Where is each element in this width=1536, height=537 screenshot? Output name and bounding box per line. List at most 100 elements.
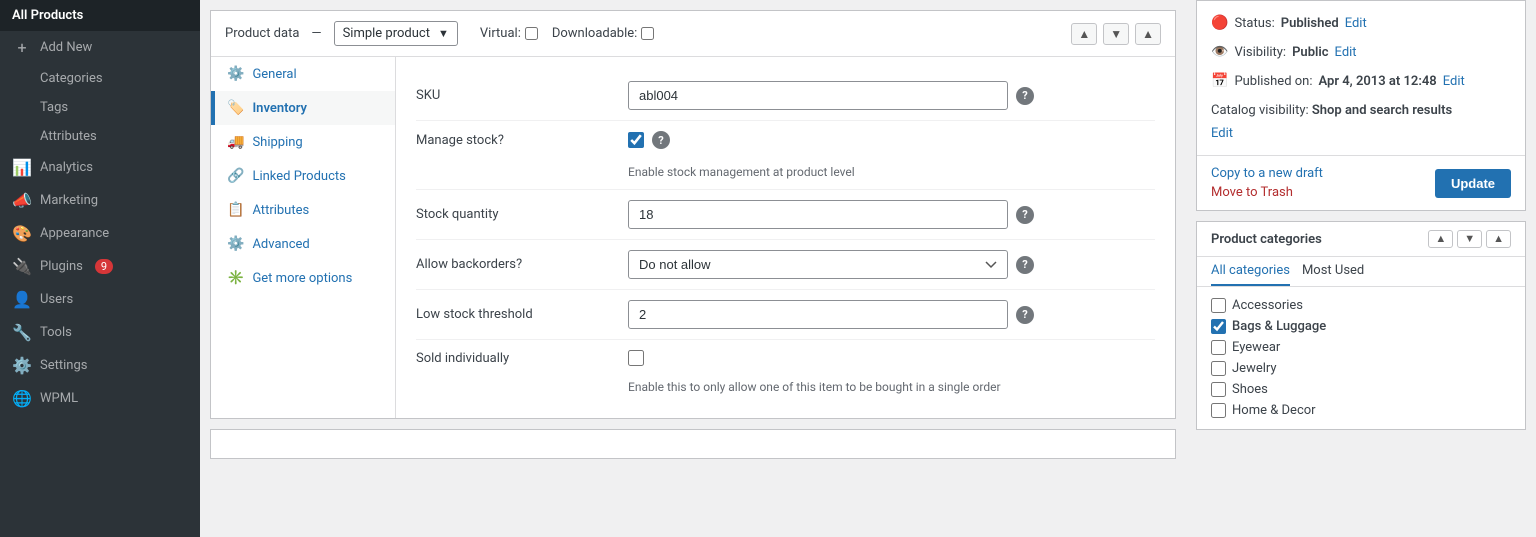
tab-advanced[interactable]: ⚙️ Advanced [211,227,395,261]
marketing-icon: 📣 [12,191,32,210]
sku-help-icon[interactable]: ? [1016,87,1034,105]
categories-list: Accessories Bags & Luggage Eyewear Jewel… [1197,287,1525,429]
product-type-select[interactable]: Simple product ▼ [334,21,458,46]
backorders-help-icon[interactable]: ? [1016,256,1034,274]
virtual-label[interactable]: Virtual: [480,26,538,41]
sidebar-item-label: Settings [40,358,87,373]
sidebar-item-label: Users [40,292,73,307]
manage-stock-help-icon[interactable]: ? [652,131,670,149]
dropdown-arrow-icon: ▼ [438,27,449,40]
cat-tab-most-used[interactable]: Most Used [1302,263,1364,286]
sidebar-item-marketing[interactable]: 📣 Marketing [0,184,200,217]
tab-attributes[interactable]: 📋 Attributes [211,193,395,227]
status-edit-link[interactable]: Edit [1345,12,1367,35]
sold-individually-row: Sold individually Enable this to only al… [416,340,1155,404]
category-checkbox-eyewear[interactable] [1211,340,1226,355]
tab-inventory[interactable]: 🏷️ Inventory [211,91,395,125]
plugins-badge: 9 [95,259,113,274]
sku-field: ? [628,81,1155,110]
cat-tab-all[interactable]: All categories [1211,263,1290,286]
update-button[interactable]: Update [1435,169,1511,198]
category-checkbox-bags-luggage[interactable] [1211,319,1226,334]
sidebar-item-label: Tools [40,325,72,340]
sidebar-item-categories[interactable]: Categories [0,64,200,93]
product-type-value: Simple product [343,26,430,41]
published-icon: 📅 [1211,69,1228,94]
collapse-down-button[interactable]: ▼ [1103,23,1129,45]
sidebar-item-appearance[interactable]: 🎨 Appearance [0,217,200,250]
downloadable-checkbox[interactable] [641,27,654,40]
tab-get-more-options[interactable]: ✳️ Get more options [211,261,395,295]
catalog-value: Shop and search results [1312,103,1452,118]
sidebar-item-add-new[interactable]: + Add New [0,31,200,64]
category-checkbox-shoes[interactable] [1211,382,1226,397]
category-checkbox-jewelry[interactable] [1211,361,1226,376]
stock-quantity-input[interactable] [628,200,1008,229]
expand-button[interactable]: ▲ [1135,23,1161,45]
category-checkbox-accessories[interactable] [1211,298,1226,313]
sidebar-item-plugins[interactable]: 🔌 Plugins 9 [0,250,200,283]
category-label: Bags & Luggage [1232,319,1326,334]
sidebar-item-label: Analytics [40,160,93,175]
tab-label: Inventory [252,101,307,116]
linked-icon: 🔗 [227,168,244,184]
copy-to-draft-link[interactable]: Copy to a new draft [1211,166,1323,181]
category-label: Home & Decor [1232,403,1316,418]
sidebar-item-attributes[interactable]: Attributes [0,122,200,151]
low-stock-help-icon[interactable]: ? [1016,306,1034,324]
sidebar-item-label: Plugins [40,259,83,274]
sidebar-item-tags[interactable]: Tags [0,93,200,122]
categories-collapse-down[interactable]: ▼ [1457,230,1482,248]
analytics-icon: 📊 [12,158,32,177]
categories-collapse-up[interactable]: ▲ [1428,230,1453,248]
sidebar-item-tools[interactable]: 🔧 Tools [0,316,200,349]
sku-input[interactable] [628,81,1008,110]
allow-backorders-row: Allow backorders? Do not allow Allow All… [416,240,1155,290]
tab-label: Linked Products [252,169,345,184]
publish-meta-content: 🔴 Status: Published Edit 👁️ Visibility: … [1197,1,1525,155]
status-value: Published [1281,12,1339,35]
virtual-label-text: Virtual: [480,26,521,41]
inventory-icon: 🏷️ [227,100,244,116]
attributes-tab-icon: 📋 [227,202,244,218]
allow-backorders-field: Do not allow Allow Allow, but notify cus… [628,250,1155,279]
sidebar-item-analytics[interactable]: 📊 Analytics [0,151,200,184]
published-value: Apr 4, 2013 at 12:48 [1319,70,1437,93]
category-item-jewelry: Jewelry [1211,358,1511,379]
sidebar-item-settings[interactable]: ⚙️ Settings [0,349,200,382]
allow-backorders-select[interactable]: Do not allow Allow Allow, but notify cus… [628,250,1008,279]
manage-stock-checkbox[interactable] [628,132,644,148]
stock-quantity-help-icon[interactable]: ? [1016,206,1034,224]
category-item-accessories: Accessories [1211,295,1511,316]
collapse-up-button[interactable]: ▲ [1071,23,1097,45]
published-edit-link[interactable]: Edit [1443,70,1465,93]
move-to-trash-link[interactable]: Move to Trash [1211,185,1323,200]
second-product-box [210,429,1176,459]
sidebar-item-wpml[interactable]: 🌐 WPML [0,382,200,415]
product-data-label: Product data [225,26,299,41]
sidebar-item-users[interactable]: 👤 Users [0,283,200,316]
sidebar-item-label: Add New [40,40,92,55]
category-label: Shoes [1232,382,1268,397]
low-stock-input[interactable] [628,300,1008,329]
visibility-edit-link[interactable]: Edit [1335,41,1357,64]
tab-linked-products[interactable]: 🔗 Linked Products [211,159,395,193]
published-row: 📅 Published on: Apr 4, 2013 at 12:48 Edi… [1211,69,1511,94]
category-checkbox-home-decor[interactable] [1211,403,1226,418]
tab-label: General [252,67,296,82]
downloadable-label[interactable]: Downloadable: [552,26,654,41]
catalog-edit-link[interactable]: Edit [1211,126,1233,141]
general-icon: ⚙️ [227,66,244,82]
stock-quantity-label: Stock quantity [416,207,616,222]
tab-shipping[interactable]: 🚚 Shipping [211,125,395,159]
header-controls: ▲ ▼ ▲ [1071,23,1161,45]
virtual-downloadable-group: Virtual: Downloadable: [480,26,654,41]
virtual-checkbox[interactable] [525,27,538,40]
product-data-body: ⚙️ General 🏷️ Inventory 🚚 Shipping 🔗 Lin… [211,57,1175,418]
sold-individually-checkbox[interactable] [628,350,644,366]
categories-box-header: Product categories ▲ ▼ ▲ [1197,222,1525,257]
categories-expand[interactable]: ▲ [1486,230,1511,248]
tab-general[interactable]: ⚙️ General [211,57,395,91]
product-data-box: Product data — Simple product ▼ Virtual:… [210,10,1176,419]
low-stock-field: ? [628,300,1155,329]
